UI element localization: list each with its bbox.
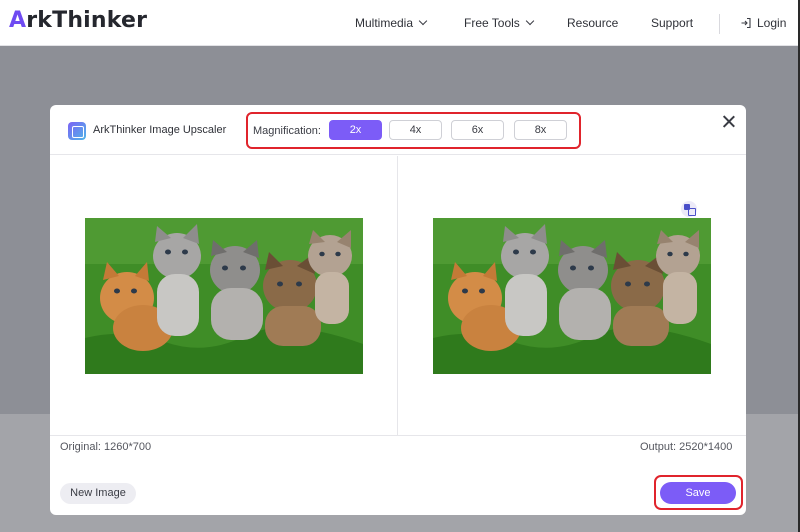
- close-icon[interactable]: [721, 114, 737, 130]
- magnification-label: Magnification:: [253, 125, 321, 137]
- magnification-6x-button[interactable]: 6x: [451, 120, 504, 140]
- login-label: Login: [757, 16, 787, 30]
- info-divider: [50, 435, 746, 436]
- output-size-text: Output: 2520*1400: [640, 441, 733, 453]
- nav-support-label: Support: [651, 16, 694, 30]
- nav-resource-label: Resource: [567, 16, 619, 30]
- preview-divider: [397, 156, 398, 435]
- brand-logo[interactable]: ArkThinker: [9, 8, 147, 33]
- original-size-text: Original: 1260*700: [60, 441, 152, 453]
- nav-resource[interactable]: Resource: [567, 16, 618, 30]
- upscaler-dialog: ArkThinker Image Upscaler Magnification:…: [50, 105, 746, 515]
- nav-separator: [719, 14, 720, 34]
- chevron-down-icon: [525, 16, 535, 26]
- output-image-preview: [433, 218, 711, 374]
- magnification-4x-button[interactable]: 4x: [389, 120, 442, 140]
- login-icon: [741, 17, 751, 29]
- original-image-preview: [85, 218, 363, 374]
- top-navigation-bar: ArkThinker Multimedia Free Tools Resourc…: [0, 0, 800, 46]
- nav-multimedia[interactable]: Multimedia: [355, 16, 428, 30]
- chevron-down-icon: [418, 16, 428, 26]
- nav-free-tools-label: Free Tools: [464, 16, 520, 30]
- nav-free-tools[interactable]: Free Tools: [464, 16, 535, 30]
- save-button[interactable]: Save: [660, 482, 736, 504]
- nav-multimedia-label: Multimedia: [355, 16, 414, 30]
- dialog-title: ArkThinker Image Upscaler: [93, 124, 227, 136]
- nav-support[interactable]: Support: [651, 16, 693, 30]
- compare-icon[interactable]: [681, 201, 697, 217]
- magnification-8x-button[interactable]: 8x: [514, 120, 567, 140]
- login-link[interactable]: Login: [740, 16, 786, 30]
- new-image-button[interactable]: New Image: [60, 483, 136, 504]
- app-icon: [68, 122, 86, 140]
- magnification-2x-button[interactable]: 2x: [329, 120, 382, 140]
